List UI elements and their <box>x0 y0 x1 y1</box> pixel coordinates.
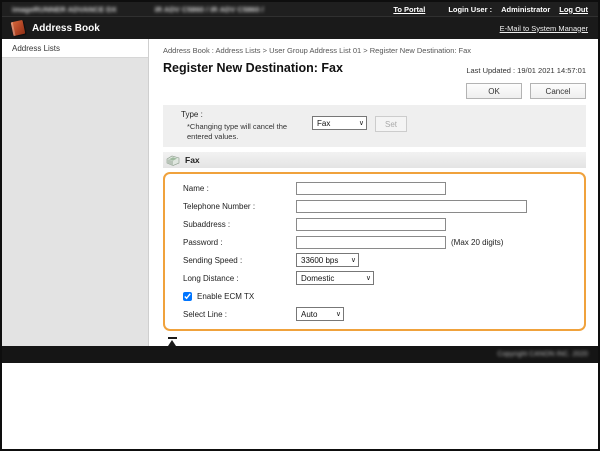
long-distance-label: Long Distance : <box>165 274 296 283</box>
subaddress-label: Subaddress : <box>165 220 296 229</box>
type-label: Type : <box>181 110 312 119</box>
form-row-name: Name : <box>165 179 584 197</box>
chevron-down-icon: ∨ <box>347 256 356 264</box>
last-updated: Last Updated : 19/01 2021 14:57:01 <box>466 66 586 75</box>
action-buttons: OK Cancel <box>163 83 586 99</box>
chevron-down-icon: ∨ <box>355 119 364 127</box>
to-portal-link[interactable]: To Portal <box>393 5 425 14</box>
name-input[interactable] <box>296 182 446 195</box>
subaddress-input[interactable] <box>296 218 446 231</box>
form-row-sending-speed: Sending Speed : 33600 bps ∨ <box>165 251 584 269</box>
fax-section-header: Fax <box>163 152 586 168</box>
set-button[interactable]: Set <box>375 116 407 132</box>
select-line-select[interactable]: Auto ∨ <box>296 307 344 321</box>
chevron-down-icon: ∨ <box>362 274 371 282</box>
login-user-label: Login User : <box>448 5 492 14</box>
password-hint: (Max 20 digits) <box>451 238 503 247</box>
sending-speed-select[interactable]: 33600 bps ∨ <box>296 253 359 267</box>
ecm-checkbox[interactable] <box>183 292 192 301</box>
name-label: Name : <box>165 184 296 193</box>
app-title: Address Book <box>32 23 100 34</box>
select-line-value: Auto <box>301 310 317 319</box>
type-panel: Type : *Changing type will cancel the en… <box>163 105 586 147</box>
telephone-input[interactable] <box>296 200 527 213</box>
device-bar: imageRUNNER ADVANCE DX iR ADV C5860 / iR… <box>2 2 598 17</box>
type-label-block: Type : *Changing type will cancel the en… <box>181 110 312 142</box>
sidebar: Address Lists <box>2 39 149 346</box>
form-row-select-line: Select Line : Auto ∨ <box>165 305 584 323</box>
page-title: Register New Destination: Fax <box>163 61 343 75</box>
main-row: Address Lists Address Book : Address Lis… <box>2 39 598 346</box>
type-select[interactable]: Fax ∨ <box>312 116 367 130</box>
password-input[interactable] <box>296 236 446 249</box>
logout-link[interactable]: Log Out <box>559 5 588 14</box>
copyright-text: Copyright CANON INC. 2020 <box>497 351 588 358</box>
form-row-subaddress: Subaddress : <box>165 215 584 233</box>
fax-section-title: Fax <box>185 155 200 165</box>
chevron-down-icon: ∨ <box>332 310 341 318</box>
device-info: imageRUNNER ADVANCE DX iR ADV C5860 / iR… <box>12 5 264 14</box>
long-distance-select[interactable]: Domestic ∨ <box>296 271 374 285</box>
email-system-manager-link[interactable]: E-Mail to System Manager <box>500 24 588 33</box>
ecm-label[interactable]: Enable ECM TX <box>197 292 254 301</box>
ok-button[interactable]: OK <box>466 83 522 99</box>
form-row-telephone: Telephone Number : <box>165 197 584 215</box>
address-book-icon <box>11 20 26 36</box>
form-row-long-distance: Long Distance : Domestic ∨ <box>165 269 584 287</box>
sidebar-item-address-lists[interactable]: Address Lists <box>2 39 148 58</box>
cancel-button[interactable]: Cancel <box>530 83 586 99</box>
select-line-label: Select Line : <box>165 310 296 319</box>
type-note: *Changing type will cancel the entered v… <box>187 122 291 142</box>
form-row-password: Password : (Max 20 digits) <box>165 233 584 251</box>
device-model: imageRUNNER ADVANCE DX <box>12 5 117 14</box>
sending-speed-label: Sending Speed : <box>165 256 296 265</box>
session-links: To Portal Login User : Administrator Log… <box>393 5 588 14</box>
login-user-name: Administrator <box>501 5 550 14</box>
content-area: Address Book : Address Lists > User Grou… <box>149 39 598 346</box>
fax-form: Name : Telephone Number : Subaddress : P… <box>163 172 586 331</box>
form-row-ecm: Enable ECM TX <box>165 287 584 305</box>
remote-ui-window: imageRUNNER ADVANCE DX iR ADV C5860 / iR… <box>0 0 600 451</box>
fax-machine-icon <box>166 155 180 166</box>
device-names: iR ADV C5860 / iR ADV C5860 / <box>155 5 264 14</box>
scroll-to-top-icon[interactable] <box>168 337 177 346</box>
long-distance-value: Domestic <box>301 274 334 283</box>
breadcrumb: Address Book : Address Lists > User Grou… <box>163 46 586 55</box>
title-row: Register New Destination: Fax Last Updat… <box>163 61 586 75</box>
telephone-label: Telephone Number : <box>165 202 296 211</box>
type-controls: Fax ∨ Set <box>312 116 407 142</box>
app-title-bar: Address Book E-Mail to System Manager <box>2 17 598 39</box>
type-selected-value: Fax <box>317 119 330 128</box>
footer-bar: Copyright CANON INC. 2020 <box>2 346 598 363</box>
sending-speed-value: 33600 bps <box>301 256 338 265</box>
password-label: Password : <box>165 238 296 247</box>
